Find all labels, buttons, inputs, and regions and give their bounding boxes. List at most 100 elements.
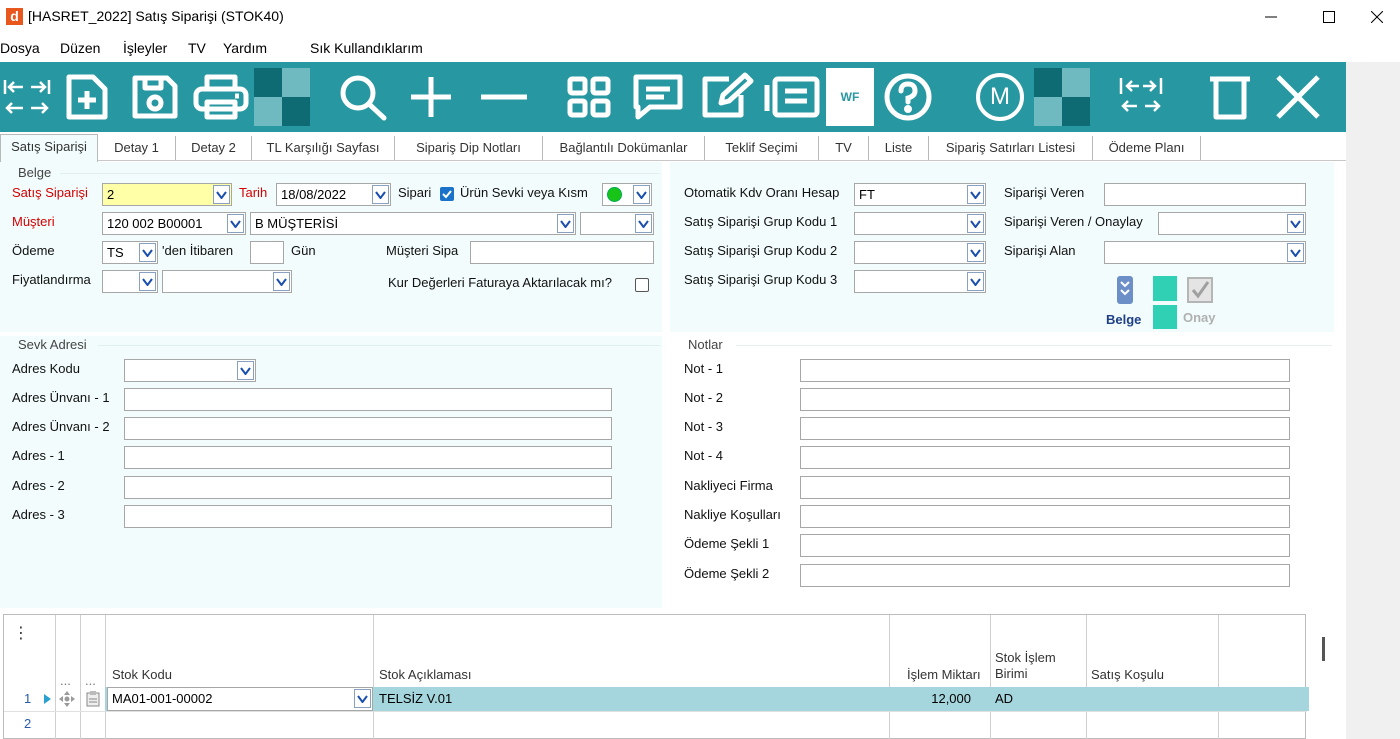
musteri-sipa-field[interactable] xyxy=(470,241,654,264)
adres-kodu-dropdown[interactable] xyxy=(237,361,254,380)
edit-button[interactable] xyxy=(696,68,758,126)
tab-siparis-satirlari-listesi[interactable]: Sipariş Satırları Listesi xyxy=(929,136,1093,160)
kur-degerleri-checkbox[interactable] xyxy=(635,278,649,292)
musteri-name-field[interactable]: B MÜŞTERİSİ xyxy=(250,212,576,235)
stok-kodu-dropdown[interactable] xyxy=(354,689,371,708)
adres-kodu-field[interactable] xyxy=(124,359,256,382)
grup-kodu-2-dropdown[interactable] xyxy=(967,243,984,262)
fiyatlandirma-dropdown-2[interactable] xyxy=(273,272,290,291)
menu-isleyler[interactable]: İşleyler xyxy=(123,40,167,56)
sipari-checkbox[interactable] xyxy=(440,187,454,201)
grup-kodu-1-dropdown[interactable] xyxy=(967,214,984,233)
gun-field[interactable] xyxy=(250,241,284,264)
menu-sik-kullandiklarim[interactable]: Sık Kullandıklarım xyxy=(310,40,423,56)
grup-kodu-3-dropdown[interactable] xyxy=(967,272,984,291)
close-window-button[interactable] xyxy=(1354,0,1400,34)
tab-odeme-plani[interactable]: Ödeme Planı xyxy=(1093,136,1201,160)
workflow-button[interactable]: WF xyxy=(826,68,874,126)
expand-button[interactable] xyxy=(1112,68,1170,126)
menu-duzen[interactable]: Düzen xyxy=(60,40,100,56)
siparisi-alan-dropdown[interactable] xyxy=(1287,243,1304,262)
grid-view-button[interactable] xyxy=(562,68,616,126)
tab-detay-1[interactable]: Detay 1 xyxy=(98,136,176,160)
adres-unvani-2-field[interactable] xyxy=(124,417,612,440)
tab-satis-siparisi[interactable]: Satış Siparişi xyxy=(0,134,98,162)
musteri-name-dropdown[interactable] xyxy=(557,214,574,233)
musteri-code-dropdown[interactable] xyxy=(227,214,244,233)
comment-button[interactable] xyxy=(628,68,688,126)
header-satis-kosulu[interactable]: Satış Koşulu xyxy=(1091,667,1164,682)
adres-2-field[interactable] xyxy=(124,476,612,499)
minimize-button[interactable] xyxy=(1248,0,1294,34)
tarih-field[interactable]: 18/08/2022 xyxy=(276,183,391,206)
belge-button[interactable]: Belge xyxy=(1106,274,1148,330)
checker-button-1[interactable] xyxy=(254,68,310,126)
satis-siparisi-field[interactable]: 2 xyxy=(102,183,232,206)
grup-kodu-2-field[interactable] xyxy=(854,241,986,264)
help-button[interactable] xyxy=(880,68,936,126)
musteri-code-field[interactable]: 120 002 B00001 xyxy=(102,212,246,235)
menu-dosya[interactable]: Dosya xyxy=(0,40,40,56)
tab-liste[interactable]: Liste xyxy=(869,136,929,160)
musteri-extra-dropdown[interactable] xyxy=(635,214,652,233)
add-button[interactable] xyxy=(404,68,458,126)
grid-menu-icon[interactable]: ⋮ xyxy=(13,623,29,643)
siparisi-veren-onaylayan-dropdown[interactable] xyxy=(1287,214,1304,233)
search-button[interactable] xyxy=(336,68,392,126)
not-2-field[interactable] xyxy=(800,388,1290,411)
print-button[interactable] xyxy=(190,68,252,126)
nakliyeci-firma-field[interactable] xyxy=(800,476,1290,499)
move-handle-icon[interactable] xyxy=(59,691,75,707)
header-stok-kodu[interactable]: Stok Kodu xyxy=(112,667,172,682)
not-4-field[interactable] xyxy=(800,446,1290,469)
header-stok-islem-birimi-line2[interactable]: Birimi xyxy=(995,666,1028,681)
tab-baglantili-dokumanlar[interactable]: Bağlantılı Dokümanlar xyxy=(543,136,705,160)
siparisi-alan-field[interactable] xyxy=(1104,241,1306,264)
clipboard-icon[interactable] xyxy=(86,691,100,707)
new-document-button[interactable] xyxy=(62,68,112,126)
swap-button[interactable] xyxy=(0,68,54,126)
odeme-field[interactable]: TS xyxy=(102,241,158,264)
onay-button[interactable]: Onay xyxy=(1180,274,1224,330)
fiyatlandirma-field-2[interactable] xyxy=(162,270,292,293)
tab-teklif-secimi[interactable]: Teklif Seçimi xyxy=(705,136,819,160)
not-1-field[interactable] xyxy=(800,359,1290,382)
odeme-sekli-2-field[interactable] xyxy=(800,564,1290,587)
nakliye-kosullari-field[interactable] xyxy=(800,505,1290,528)
table-row[interactable]: 1 MA01-001-00002 TELSİZ V.01 12,000 AD xyxy=(4,687,1309,711)
table-row[interactable]: 2 xyxy=(4,712,1307,736)
fiyatlandirma-dropdown-1[interactable] xyxy=(139,272,156,291)
grid-ellipsis-1[interactable]: ... xyxy=(60,673,71,688)
adres-3-field[interactable] xyxy=(124,505,612,528)
tab-tv[interactable]: TV xyxy=(819,136,869,160)
tab-siparis-dip-notlari[interactable]: Sipariş Dip Notları xyxy=(395,136,543,160)
kdv-field[interactable]: FT xyxy=(854,183,986,206)
menu-tv[interactable]: TV xyxy=(188,40,206,56)
adres-unvani-1-field[interactable] xyxy=(124,388,612,411)
grid-ellipsis-2[interactable]: ... xyxy=(85,673,96,688)
maximize-button[interactable] xyxy=(1306,0,1352,34)
grup-kodu-3-field[interactable] xyxy=(854,270,986,293)
kdv-dropdown[interactable] xyxy=(967,185,984,204)
stok-kodu-input[interactable]: MA01-001-00002 xyxy=(107,687,373,711)
tab-tl-karsiligi[interactable]: TL Karşılığı Sayfası xyxy=(252,136,395,160)
menu-yardim[interactable]: Yardım xyxy=(223,40,267,56)
m-button[interactable]: M xyxy=(972,68,1028,126)
tab-detay-2[interactable]: Detay 2 xyxy=(176,136,252,160)
fiyatlandirma-field-1[interactable] xyxy=(102,270,158,293)
remove-button[interactable] xyxy=(476,68,532,126)
list-button[interactable] xyxy=(760,68,824,126)
save-button[interactable] xyxy=(128,68,182,126)
not-3-field[interactable] xyxy=(800,417,1290,440)
musteri-extra-field[interactable] xyxy=(580,212,654,235)
odeme-sekli-1-field[interactable] xyxy=(800,534,1290,557)
adres-1-field[interactable] xyxy=(124,446,612,469)
checker-button-2[interactable] xyxy=(1034,68,1090,126)
delete-button[interactable] xyxy=(1202,68,1258,126)
odeme-dropdown[interactable] xyxy=(139,243,156,262)
close-form-button[interactable] xyxy=(1268,68,1328,126)
header-stok-aciklamasi[interactable]: Stok Açıklaması xyxy=(379,667,471,682)
urun-sevki-dropdown[interactable] xyxy=(633,185,650,204)
header-islem-miktari[interactable]: İşlem Miktarı xyxy=(907,667,989,682)
header-stok-islem-birimi-line1[interactable]: Stok İşlem xyxy=(995,650,1056,665)
